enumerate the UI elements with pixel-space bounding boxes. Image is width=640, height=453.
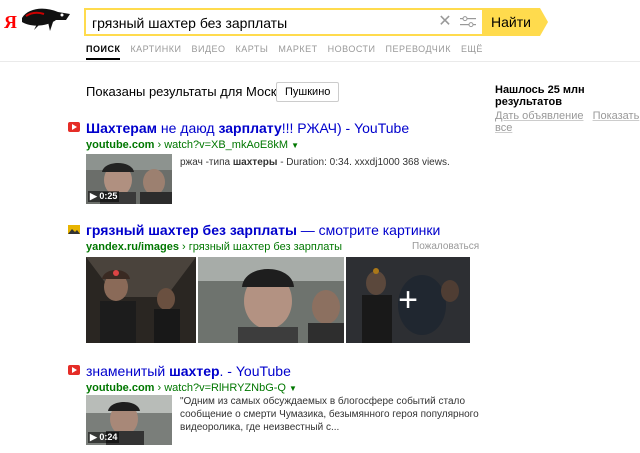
results-count: Нашлось 25 млн результатов <box>495 84 585 108</box>
miners-tunnel-image <box>86 257 196 343</box>
duration-text: 0:25 <box>99 191 118 201</box>
advertise-link[interactable]: Дать объявление <box>495 110 584 122</box>
title-text: — смотрите картинки <box>296 222 441 238</box>
url-dropdown-icon[interactable]: ▼ <box>289 384 297 393</box>
url-domain: youtube.com <box>86 382 155 394</box>
snippet-bold: шахтеры <box>232 157 278 168</box>
video-duration: ▶ 0:25 <box>88 191 120 202</box>
title-bold: шахтер <box>169 363 220 379</box>
search-box: ✕ <box>84 8 482 36</box>
logo-doodle-icon <box>22 8 70 31</box>
header: Я ✕ Найти ПОИСК КАРТИНКИ ВИДЕО КАРТЫ МА <box>0 0 640 62</box>
title-text: знаменитый <box>86 363 170 379</box>
find-button[interactable]: Найти <box>482 8 540 36</box>
result-title[interactable]: грязный шахтер без зарплаты — смотрите к… <box>86 222 440 238</box>
image-more-tile[interactable]: + <box>346 257 470 343</box>
tab-images[interactable]: КАРТИНКИ <box>130 44 181 60</box>
duration-text: 0:24 <box>99 432 118 442</box>
url-domain: youtube.com <box>86 139 155 151</box>
tab-more[interactable]: ЕЩЁ <box>461 44 483 60</box>
video-duration: ▶ 0:24 <box>88 432 120 443</box>
region-notice: Показаны результаты для Москвы <box>86 84 293 99</box>
tab-market[interactable]: МАРКЕТ <box>278 44 317 60</box>
url-dropdown-icon[interactable]: ▼ <box>291 141 299 150</box>
title-bold: Шахтерам <box>86 120 157 136</box>
result-url[interactable]: youtube.com › watch?v=RlHRYZNbG-Q ▼ <box>86 382 297 394</box>
tab-search[interactable]: ПОИСК <box>86 44 121 60</box>
url-path: › watch?v=XB_mkAoE8kM <box>154 139 289 151</box>
youtube-icon <box>68 365 80 375</box>
stats-links: Дать объявление Показать все <box>495 110 640 134</box>
miners-portrait-image <box>198 257 344 343</box>
find-button-arrow <box>540 8 548 36</box>
images-strip: + <box>86 257 470 343</box>
service-tabs: ПОИСК КАРТИНКИ ВИДЕО КАРТЫ МАРКЕТ НОВОСТ… <box>86 44 493 60</box>
clear-icon[interactable]: ✕ <box>438 14 452 30</box>
url-domain: yandex.ru/images <box>86 241 179 253</box>
title-bold: грязный шахтер без зарплаты <box>86 222 297 238</box>
snippet-text: ржач -типа <box>180 157 233 168</box>
more-images-plus-icon[interactable]: + <box>346 257 470 343</box>
yandex-logo[interactable]: Я <box>4 4 76 34</box>
region-button[interactable]: Пушкино <box>276 82 340 102</box>
image-thumbnail[interactable] <box>198 257 344 343</box>
logo-letter: Я <box>4 12 17 32</box>
results-stats: Нашлось 25 млн результатов Дать объявлен… <box>495 84 640 134</box>
url-path: › грязный шахтер без зарплаты <box>178 241 343 253</box>
tab-translate[interactable]: ПЕРЕВОДЧИК <box>385 44 450 60</box>
result-title[interactable]: знаменитый шахтер. - YouTube <box>86 363 291 379</box>
title-bold: зарплату <box>218 120 282 136</box>
video-thumbnail[interactable]: ▶ 0:24 <box>86 395 172 445</box>
title-text: . - YouTube <box>219 363 291 379</box>
tab-news[interactable]: НОВОСТИ <box>328 44 376 60</box>
title-text: !!! РЖАЧ) - YouTube <box>281 120 410 136</box>
result-snippet: "Одним из самых обсуждаемых в блогосфере… <box>180 396 479 433</box>
tab-video[interactable]: ВИДЕО <box>191 44 225 60</box>
result-url[interactable]: yandex.ru/images › грязный шахтер без за… <box>86 241 342 253</box>
youtube-icon <box>68 122 80 132</box>
search-form: ✕ Найти <box>84 8 548 36</box>
image-thumbnail[interactable] <box>86 257 196 343</box>
tab-maps[interactable]: КАРТЫ <box>236 44 269 60</box>
settings-icon[interactable] <box>460 15 476 29</box>
result-title[interactable]: Шахтерам не даюд зарплату!!! РЖАЧ) - You… <box>86 120 409 136</box>
video-thumbnail[interactable]: ▶ 0:25 <box>86 154 172 204</box>
search-result: Шахтерам не даюд зарплату!!! РЖАЧ) - You… <box>68 120 488 210</box>
title-text: не даюд <box>156 120 219 136</box>
complain-link[interactable]: Пожаловаться <box>412 241 479 252</box>
url-path: › watch?v=RlHRYZNbG-Q <box>154 382 286 394</box>
snippet-text: - Duration: 0:34. xxxdj1000 368 views. <box>277 157 450 168</box>
result-snippet: ржач -типа шахтеры - Duration: 0:34. xxx… <box>180 156 480 169</box>
search-result: знаменитый шахтер. - YouTube youtube.com… <box>68 363 488 453</box>
result-url[interactable]: youtube.com › watch?v=XB_mkAoE8kM ▼ <box>86 139 299 151</box>
images-service-icon <box>68 225 80 234</box>
search-input[interactable] <box>92 13 432 33</box>
